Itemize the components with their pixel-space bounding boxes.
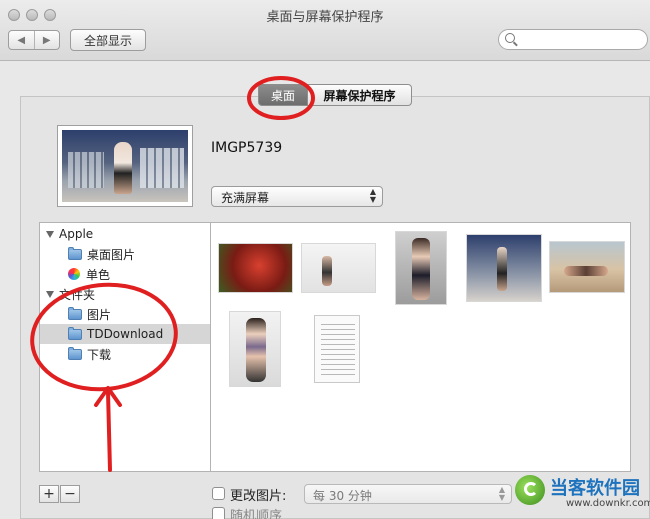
watermark-url: www.downkr.com: [566, 498, 650, 509]
annotation-circle-folders: [30, 282, 178, 392]
annotation-circle-desktop-tab: [247, 76, 315, 120]
watermark-title: 当客软件园: [550, 478, 640, 499]
site-logo-icon: [515, 475, 545, 505]
annotation-arrow-shaft: [106, 390, 112, 472]
annotation-overlay: [30, 76, 315, 472]
